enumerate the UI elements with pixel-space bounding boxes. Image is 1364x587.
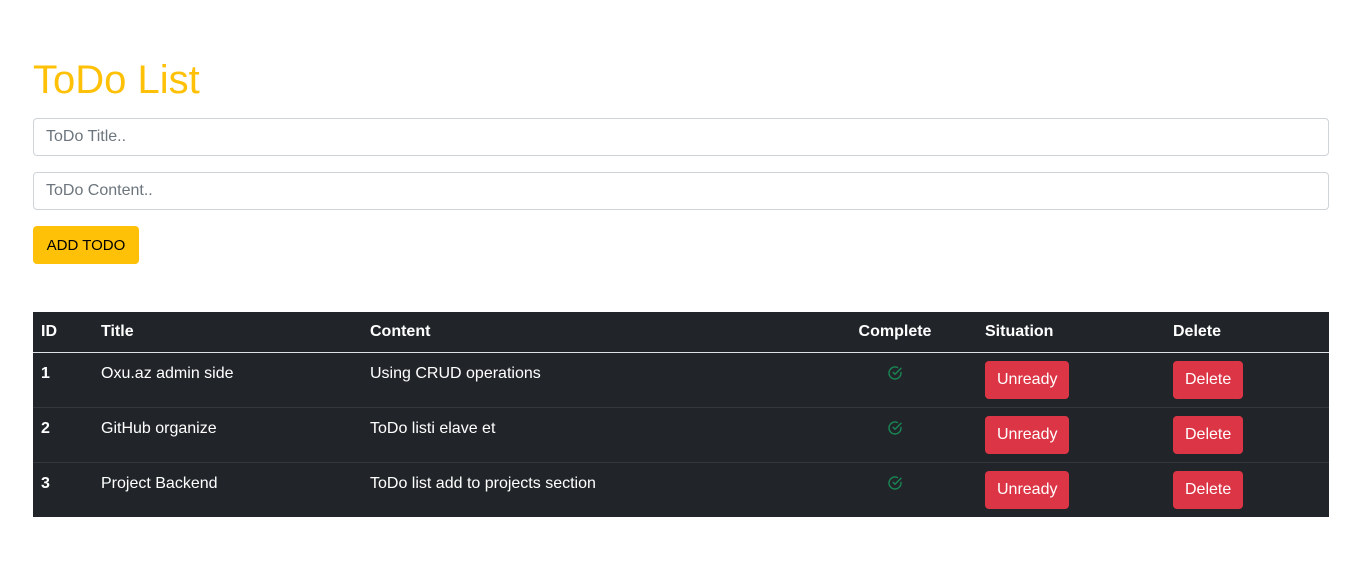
row-id: 1: [41, 364, 50, 382]
column-header-complete: Complete: [813, 312, 977, 353]
row-situation-cell: Unready: [977, 406, 1165, 462]
unready-button[interactable]: Unready: [985, 360, 1070, 399]
row-content-cell: ToDo list add to projects section: [362, 461, 813, 517]
unready-button[interactable]: Unready: [985, 470, 1070, 509]
row-title-cell: Oxu.az admin side: [93, 352, 362, 407]
row-title-cell: GitHub organize: [93, 406, 362, 462]
table-header-row: ID Title Content Complete Situation Dele…: [33, 312, 1329, 353]
table-row: 2 GitHub organize ToDo listi elave et Un…: [33, 406, 1329, 462]
row-content-cell: ToDo listi elave et: [362, 406, 813, 462]
row-id: 2: [41, 419, 50, 437]
row-content: ToDo listi elave et: [370, 419, 496, 437]
row-delete-cell: Delete: [1165, 352, 1329, 407]
row-situation-cell: Unready: [977, 352, 1165, 407]
row-title: Oxu.az admin side: [101, 364, 234, 382]
table-row: 3 Project Backend ToDo list add to proje…: [33, 461, 1329, 517]
todo-table: ID Title Content Complete Situation Dele…: [33, 312, 1329, 517]
todo-title-input[interactable]: [33, 118, 1329, 156]
row-title: Project Backend: [101, 474, 218, 492]
row-complete-cell: [813, 461, 977, 517]
row-complete-cell: [813, 352, 977, 407]
row-situation-cell: Unready: [977, 461, 1165, 517]
row-content: Using CRUD operations: [370, 364, 541, 382]
row-delete-cell: Delete: [1165, 461, 1329, 517]
column-header-situation: Situation: [977, 312, 1165, 353]
page-title: ToDo List: [33, 58, 200, 102]
add-todo-button[interactable]: ADD TODO: [33, 226, 139, 264]
todo-content-input[interactable]: [33, 172, 1329, 210]
column-header-content: Content: [362, 312, 813, 353]
row-title-cell: Project Backend: [93, 461, 362, 517]
delete-button[interactable]: Delete: [1173, 360, 1244, 399]
column-header-title: Title: [93, 312, 362, 353]
delete-button[interactable]: Delete: [1173, 470, 1244, 509]
check-circle-icon: [888, 420, 902, 435]
row-content-cell: Using CRUD operations: [362, 352, 813, 407]
row-id-cell: 3: [33, 461, 93, 517]
column-header-id: ID: [33, 312, 93, 353]
check-circle-icon: [888, 365, 902, 380]
row-delete-cell: Delete: [1165, 406, 1329, 462]
row-id-cell: 1: [33, 352, 93, 407]
column-header-delete: Delete: [1165, 312, 1329, 353]
table-row: 1 Oxu.az admin side Using CRUD operation…: [33, 352, 1329, 407]
row-title: GitHub organize: [101, 419, 217, 437]
row-id-cell: 2: [33, 406, 93, 462]
row-content: ToDo list add to projects section: [370, 474, 596, 492]
unready-button[interactable]: Unready: [985, 415, 1070, 454]
row-complete-cell: [813, 406, 977, 462]
delete-button[interactable]: Delete: [1173, 415, 1244, 454]
row-id: 3: [41, 474, 50, 492]
check-circle-icon: [888, 475, 902, 490]
